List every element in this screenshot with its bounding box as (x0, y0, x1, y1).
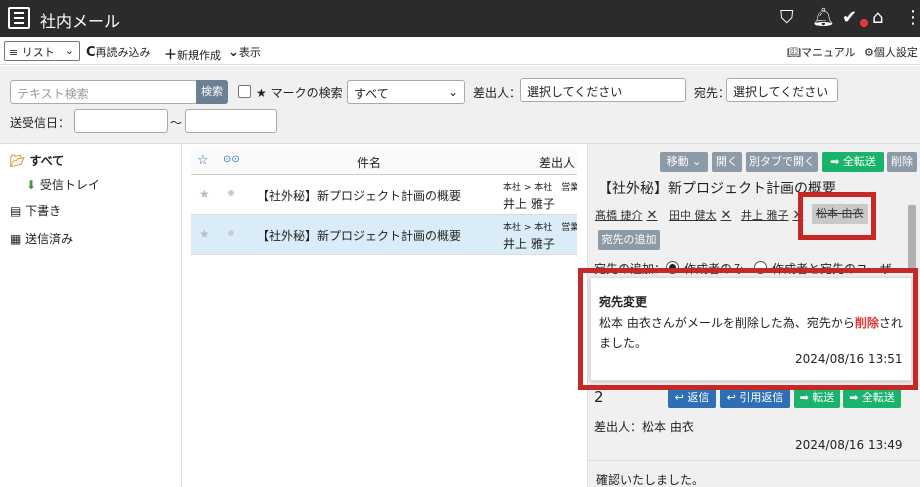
delete-button[interactable]: 削除 (887, 152, 917, 172)
mail-sender: 井上 雅子 (503, 197, 555, 211)
star-icon[interactable]: ★ (199, 227, 210, 241)
mail-list-header: ☆ ⊙⊙ 件名 差出人 (191, 147, 577, 175)
open-new-tab-button[interactable]: 別タブで開く (746, 152, 818, 172)
scrollbar-thumb[interactable] (908, 205, 916, 273)
folder-pane: 📂︎ すべて ⬇ 受信トレイ ▤ 下書き ▦ 送信済み (0, 144, 182, 487)
manual-link[interactable]: 📖︎マニュアル (787, 44, 856, 60)
recipient-chip[interactable]: 髙橋 捷介 ✕ (595, 206, 657, 226)
forward-all-button-2[interactable]: ➡ 全転送 (843, 388, 901, 408)
mail-sender-path: 本社 > 本社 営業 (503, 183, 577, 193)
notification-dot (860, 19, 868, 27)
arrow-right-icon: ➡ (799, 391, 809, 404)
book-icon: 📖︎ (787, 46, 801, 59)
draft-icon: ▤ (10, 204, 22, 218)
subject-column-header[interactable]: 件名 (357, 154, 381, 171)
forward-button[interactable]: ➡ 転送 (794, 388, 840, 408)
mark-search-checkbox[interactable] (238, 85, 251, 98)
plus-icon: ＋ (164, 48, 178, 63)
recipient-select[interactable]: 選択してください (726, 78, 838, 102)
date-from-input[interactable] (74, 109, 168, 133)
sent-icon: ▦ (10, 232, 22, 246)
title-bar: 社内メール ⛉ 🔔︎ ✔ ⌂ ⋮ (0, 0, 920, 37)
gear-icon: ⚙ (864, 46, 874, 59)
mail-subject: 【社外秘】新プロジェクト計画の概要 (257, 229, 462, 243)
home-icon[interactable]: ⌂ (872, 6, 883, 30)
toolbar: ≡ リスト ⌄ C再読み込み ＋新規作成 ⌄表示 📖︎マニュアル ⚙個人設定 (0, 37, 920, 65)
list-icon: ≡ (9, 46, 19, 59)
reply-button[interactable]: ↩ 返信 (668, 388, 716, 408)
reload-button[interactable]: C再読み込み (86, 44, 151, 60)
sender-select[interactable]: 選択してください (520, 78, 686, 102)
sender-column-header[interactable]: 差出人 (539, 154, 575, 171)
folder-open-icon: 📂︎ (10, 154, 26, 168)
message-from: 差出人：松本 由衣 (594, 420, 694, 434)
view-select[interactable]: ≡ リスト ⌄ (4, 41, 80, 61)
table-row[interactable]: ★ 【社外秘】新プロジェクト計画の概要 本社 > 本社 営業 井上 雅子 (191, 175, 577, 215)
new-mail-button[interactable]: ＋新規作成 (164, 44, 221, 63)
date-separator: 〜 (170, 116, 183, 130)
mark-select[interactable]: すべて ⌄ (347, 80, 465, 104)
move-button[interactable]: 移動 ⌄ (660, 152, 708, 172)
arrow-right-icon: ➡ (830, 155, 840, 168)
hamburger-menu-icon[interactable] (8, 7, 30, 29)
recipient-label: 宛先： (694, 86, 731, 100)
unread-dot-icon (228, 230, 234, 236)
chevron-down-icon: ⌄ (228, 45, 239, 60)
mail-sender: 井上 雅子 (503, 237, 555, 251)
mail-sender-path: 本社 > 本社 営業 (503, 223, 577, 233)
divider (588, 460, 920, 461)
text-search-input[interactable]: テキスト検索 (10, 80, 197, 104)
date-label: 送受信日： (10, 116, 71, 130)
more-vertical-icon[interactable]: ⋮ (904, 6, 920, 30)
display-button[interactable]: ⌄表示 (228, 44, 261, 60)
mail-list: ☆ ⊙⊙ 件名 差出人 ★ 【社外秘】新プロジェクト計画の概要 本社 > 本社 … (191, 147, 577, 487)
shield-icon[interactable]: ⛉ (780, 6, 794, 30)
folder-inbox[interactable]: ⬇ 受信トレイ (26, 176, 100, 193)
mark-search-label: ★ マークの検索 (256, 86, 343, 100)
folder-all[interactable]: 📂︎ すべて (10, 152, 64, 169)
message-time: 2024/08/16 13:49 (795, 438, 903, 452)
mail-subject: 【社外秘】新プロジェクト計画の概要 (257, 189, 462, 203)
app-title: 社内メール (40, 12, 121, 31)
chevron-down-icon: ⌄ (447, 85, 458, 99)
remove-icon[interactable]: ✕ (721, 208, 732, 223)
highlight-box (798, 192, 876, 240)
reply-icon: ↩ (674, 391, 684, 404)
date-to-input[interactable] (185, 109, 277, 133)
star-column-icon[interactable]: ☆ (197, 153, 209, 168)
reload-icon: C (86, 45, 96, 60)
recipient-chip[interactable]: 田中 健太 ✕ (669, 206, 731, 226)
quote-reply-button[interactable]: ↩ 引用返信 (720, 388, 790, 408)
highlight-box (578, 268, 918, 390)
inbox-icon: ⬇ (26, 178, 37, 192)
open-button[interactable]: 開く (712, 152, 742, 172)
folder-drafts[interactable]: ▤ 下書き (10, 202, 61, 219)
recipient-chip[interactable]: 井上 雅子 ✕ (741, 206, 803, 226)
read-column-icon[interactable]: ⊙⊙ (223, 154, 240, 165)
table-row[interactable]: ★ 【社外秘】新プロジェクト計画の概要 本社 > 本社 営業 井上 雅子 (191, 215, 577, 255)
reply-icon: ↩ (726, 391, 736, 404)
arrow-right-icon: ➡ (849, 391, 859, 404)
sender-label: 差出人： (473, 86, 522, 100)
personal-settings-link[interactable]: ⚙個人設定 (864, 44, 918, 60)
star-icon[interactable]: ★ (199, 187, 210, 201)
add-recipient-button[interactable]: 宛先の追加 (598, 230, 660, 250)
bell-icon[interactable]: 🔔︎ (812, 6, 835, 30)
message-number: 2 (594, 388, 604, 406)
search-button[interactable]: 検索 (196, 80, 228, 104)
message-body: 確認いたしました。 (596, 473, 705, 487)
remove-icon[interactable]: ✕ (647, 208, 658, 223)
folder-sent[interactable]: ▦ 送信済み (10, 230, 73, 247)
chevron-down-icon: ⌄ (64, 44, 74, 57)
unread-dot-icon (228, 190, 234, 196)
checkmark-icon[interactable]: ✔ (842, 6, 857, 30)
search-panel: テキスト検索 検索 ★ マークの検索 すべて ⌄ 差出人： 選択してください 宛… (0, 66, 920, 144)
forward-all-button[interactable]: ➡ 全転送 (822, 152, 884, 172)
